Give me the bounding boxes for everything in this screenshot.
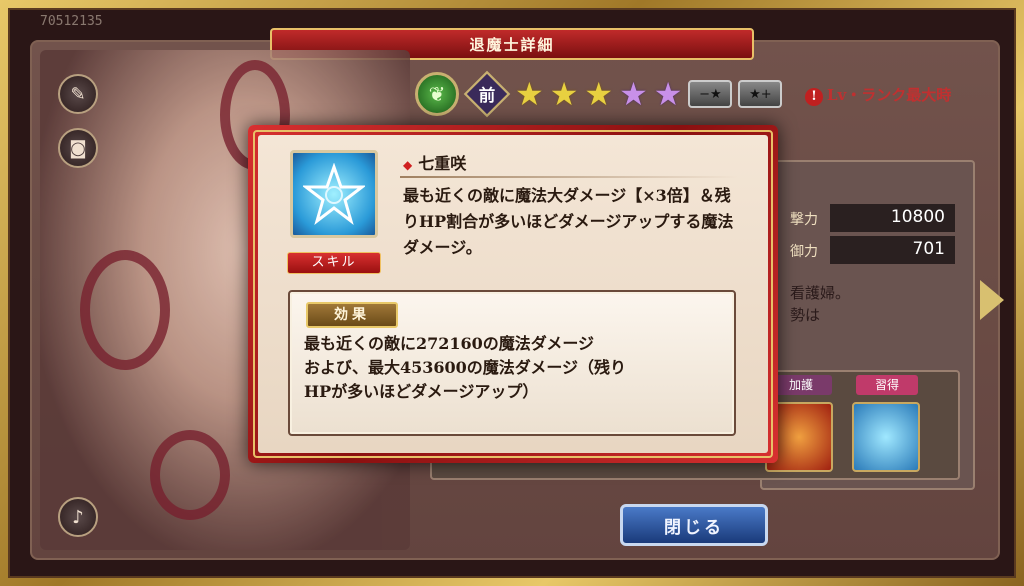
skill-name: ◆ 七重咲	[403, 150, 466, 174]
voice-icon[interactable]: ♪	[58, 497, 98, 537]
learn-tag: 習得	[856, 375, 918, 395]
diamond-icon: ◆	[403, 158, 413, 172]
class-icon: 前	[463, 70, 511, 118]
attack-stat: 撃力 10800	[790, 204, 955, 232]
defense-label: 御力	[790, 244, 818, 260]
rank-star-icon: ★	[549, 75, 579, 113]
alert-icon: !	[805, 88, 823, 106]
rank-down-button[interactable]: −★	[688, 80, 733, 108]
user-id: 70512135	[40, 14, 103, 29]
effect-line: HPが多いほどダメージアップ）	[304, 382, 539, 401]
attack-label: 撃力	[790, 212, 818, 228]
effect-line: および、最大453600の魔法ダメージ（残り	[304, 358, 626, 377]
tentacle-decoration	[150, 430, 230, 520]
rank-star-icon: ★	[619, 75, 648, 113]
attack-value: 10800	[830, 204, 955, 232]
class-label: 前	[478, 85, 496, 106]
profile-line: 勢は	[790, 306, 821, 324]
effect-line: 最も近くの敵に272160の魔法ダメージ	[304, 334, 594, 353]
rank-star-icon: ★	[515, 75, 544, 113]
camera-icon[interactable]: ◙	[58, 128, 98, 168]
rank-up-button[interactable]: ★+	[738, 80, 783, 108]
attribute-icon: ❦	[415, 72, 459, 116]
skill-name-text: 七重咲	[418, 154, 467, 173]
next-character-arrow-icon[interactable]	[980, 280, 1004, 320]
close-button[interactable]: 閉じる	[620, 504, 768, 546]
learn-skill-slot[interactable]	[852, 402, 920, 472]
rank-row: ❦ 前 ★ ★ ★ ★ ★ −★ ★+	[415, 70, 783, 118]
max-level-toggle[interactable]: ! Lv・ランク最大時	[805, 84, 951, 106]
divine-protection-tag: 加護	[770, 375, 832, 395]
rank-star-icon: ★	[653, 75, 683, 113]
effect-text: 最も近くの敵に272160の魔法ダメージ および、最大453600の魔法ダメージ…	[304, 332, 724, 404]
edit-icon[interactable]: ✎	[58, 74, 98, 114]
profile-line: 看護婦。	[790, 284, 851, 302]
skill-description: 最も近くの敵に魔法大ダメージ【×3倍】＆残りHP割合が多いほどダメージアップする…	[403, 186, 734, 257]
rank-star-icon: ★	[584, 75, 614, 113]
profile-text: 看護婦。 勢は	[790, 282, 850, 326]
skill-tag: スキル	[287, 252, 381, 274]
defense-stat: 御力 701	[790, 236, 955, 264]
defense-value: 701	[830, 236, 955, 264]
divider	[400, 176, 738, 178]
max-level-label: Lv・ランク最大時	[827, 86, 952, 104]
tentacle-decoration	[80, 250, 170, 370]
effect-tag: 効果	[306, 302, 398, 328]
pentagram-icon	[290, 150, 378, 238]
